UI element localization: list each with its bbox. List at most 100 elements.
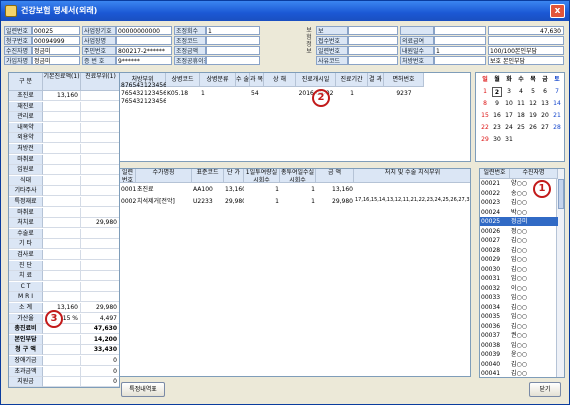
patient-row-id[interactable]: 00032 [480, 284, 510, 293]
patient-row-id[interactable]: 00041 [480, 369, 510, 377]
patient-row-id[interactable]: 00023 [480, 198, 510, 207]
patient-row-name[interactable]: 임○○ [510, 312, 558, 321]
patient-row-name[interactable]: 윤○○ [510, 350, 558, 359]
patient-row-id[interactable]: 00038 [480, 341, 510, 350]
diag-cell[interactable]: 54 [250, 89, 264, 98]
treatment-cell[interactable]: 치석제거[전악] [136, 197, 192, 206]
patient-row-name[interactable]: 이○○ [510, 284, 558, 293]
calendar-day[interactable]: 15 [480, 111, 490, 121]
patient-row-name[interactable]: 김○○ [510, 303, 558, 312]
calendar-day[interactable]: 2 [492, 87, 502, 97]
patient-row-name[interactable]: 김○○ [510, 369, 558, 377]
patient-row-id[interactable]: 00039 [480, 350, 510, 359]
patient-row-id[interactable]: 00035 [480, 312, 510, 321]
header-value[interactable] [206, 46, 260, 55]
diag-cell[interactable]: 1 [336, 89, 368, 98]
patient-row-name[interactable]: 정○○ [510, 227, 558, 236]
patient-row-id[interactable]: 00025 [480, 217, 510, 226]
calendar-day[interactable]: 17 [504, 111, 514, 121]
patient-row-id[interactable]: 00040 [480, 360, 510, 369]
patient-row-id[interactable]: 00022 [480, 189, 510, 198]
patient-row-id[interactable]: 00028 [480, 246, 510, 255]
header-value[interactable] [434, 26, 486, 35]
treatment-cell[interactable]: 29,980 [316, 197, 354, 206]
patient-row-name[interactable]: 임○○ [510, 341, 558, 350]
header-value[interactable]: 정금미 [32, 46, 80, 55]
treatment-cell[interactable]: 0002 [120, 197, 136, 206]
calendar-day[interactable]: 13 [540, 99, 550, 109]
patient-row-name[interactable]: 김○○ [510, 198, 558, 207]
close-button[interactable]: 닫기 [529, 382, 561, 397]
treatment-cell[interactable]: 1 [244, 185, 280, 194]
patient-row-name[interactable]: 정금미 [510, 217, 558, 226]
patient-row-name[interactable]: 권○○ [510, 331, 558, 340]
calendar-day[interactable]: 27 [540, 123, 550, 133]
calendar-day[interactable]: 5 [528, 87, 538, 97]
calendar-day[interactable]: 24 [504, 123, 514, 133]
header-value[interactable] [434, 56, 486, 65]
calendar-day[interactable]: 20 [540, 111, 550, 121]
calendar-day[interactable]: 4 [516, 87, 526, 97]
calendar-day[interactable]: 6 [540, 87, 550, 97]
calendar-day[interactable]: 9 [492, 99, 502, 109]
header-value[interactable]: 9****** [116, 56, 172, 65]
calendar-day[interactable]: 22 [480, 123, 490, 133]
header-value[interactable]: 1 [434, 46, 486, 55]
calendar-day[interactable]: 19 [528, 111, 538, 121]
header-value[interactable] [206, 36, 260, 45]
header-value[interactable]: 00094999 [32, 36, 80, 45]
scroll-thumb[interactable] [558, 179, 564, 209]
header-value[interactable] [348, 36, 398, 45]
close-window-button[interactable]: x [550, 4, 565, 18]
treatment-cell[interactable]: 29,980 [224, 197, 244, 206]
calendar-day[interactable]: 1 [480, 87, 490, 97]
diag-cell[interactable]: 7654321 [120, 97, 143, 106]
patient-row-name[interactable]: 임○○ [510, 293, 558, 302]
header-value[interactable] [348, 46, 398, 55]
patient-row-id[interactable]: 00037 [480, 331, 510, 340]
diag-cell[interactable]: 1 [200, 89, 236, 98]
treatment-cell[interactable]: 13,160 [316, 185, 354, 194]
header-value[interactable] [434, 36, 486, 45]
patient-row-id[interactable]: 00036 [480, 322, 510, 331]
calendar-day[interactable]: 10 [504, 99, 514, 109]
diag-cell[interactable]: K05.18 [166, 89, 200, 98]
calendar-day[interactable]: 25 [516, 123, 526, 133]
patient-row-id[interactable]: 00030 [480, 265, 510, 274]
header-value[interactable]: 800217-2****** [116, 46, 172, 55]
patient-row-id[interactable]: 00034 [480, 303, 510, 312]
detail-report-button[interactable]: 특정내역표 [121, 382, 165, 397]
diag-cell[interactable]: 1234567 [143, 97, 166, 106]
calendar-day[interactable]: 7 [552, 87, 562, 97]
calendar-day[interactable]: 31 [504, 135, 514, 145]
calendar-day[interactable]: 11 [516, 99, 526, 109]
calendar-day[interactable]: 14 [552, 99, 562, 109]
calendar-day[interactable]: 18 [516, 111, 526, 121]
calendar-day[interactable]: 16 [492, 111, 502, 121]
treatment-cell[interactable] [354, 185, 470, 197]
header-value[interactable]: 00000000000 [116, 26, 172, 35]
patient-row-id[interactable]: 00026 [480, 227, 510, 236]
patient-row-id[interactable]: 00024 [480, 208, 510, 217]
treatment-cell[interactable]: 17,16,15,14,13,12,11,21,22,23,24,25,26,2… [354, 197, 470, 209]
header-value[interactable] [206, 56, 260, 65]
patient-row-id[interactable]: 00027 [480, 236, 510, 245]
treatment-cell[interactable]: 1 [280, 185, 316, 194]
calendar-day[interactable]: 26 [528, 123, 538, 133]
patient-row-name[interactable]: 김○○ [510, 246, 558, 255]
treatment-cell[interactable]: 13,160 [224, 185, 244, 194]
patient-row-id[interactable]: 00021 [480, 179, 510, 188]
patient-row-name[interactable]: 임○○ [510, 255, 558, 264]
calendar-day[interactable]: 30 [492, 135, 502, 145]
calendar-day[interactable]: 21 [552, 111, 562, 121]
diag-cell[interactable]: 9237 [384, 89, 424, 98]
calendar-day[interactable]: 29 [480, 135, 490, 145]
header-value[interactable] [116, 36, 172, 45]
patient-row-name[interactable]: 박○○ [510, 208, 558, 217]
patient-row-name[interactable]: 김○○ [510, 265, 558, 274]
header-value[interactable]: 정금미 [32, 56, 80, 65]
header-value[interactable]: 1 [206, 26, 260, 35]
calendar-day[interactable]: 3 [504, 87, 514, 97]
calendar-day[interactable]: 28 [552, 123, 562, 133]
patient-row-name[interactable]: 김○○ [510, 322, 558, 331]
